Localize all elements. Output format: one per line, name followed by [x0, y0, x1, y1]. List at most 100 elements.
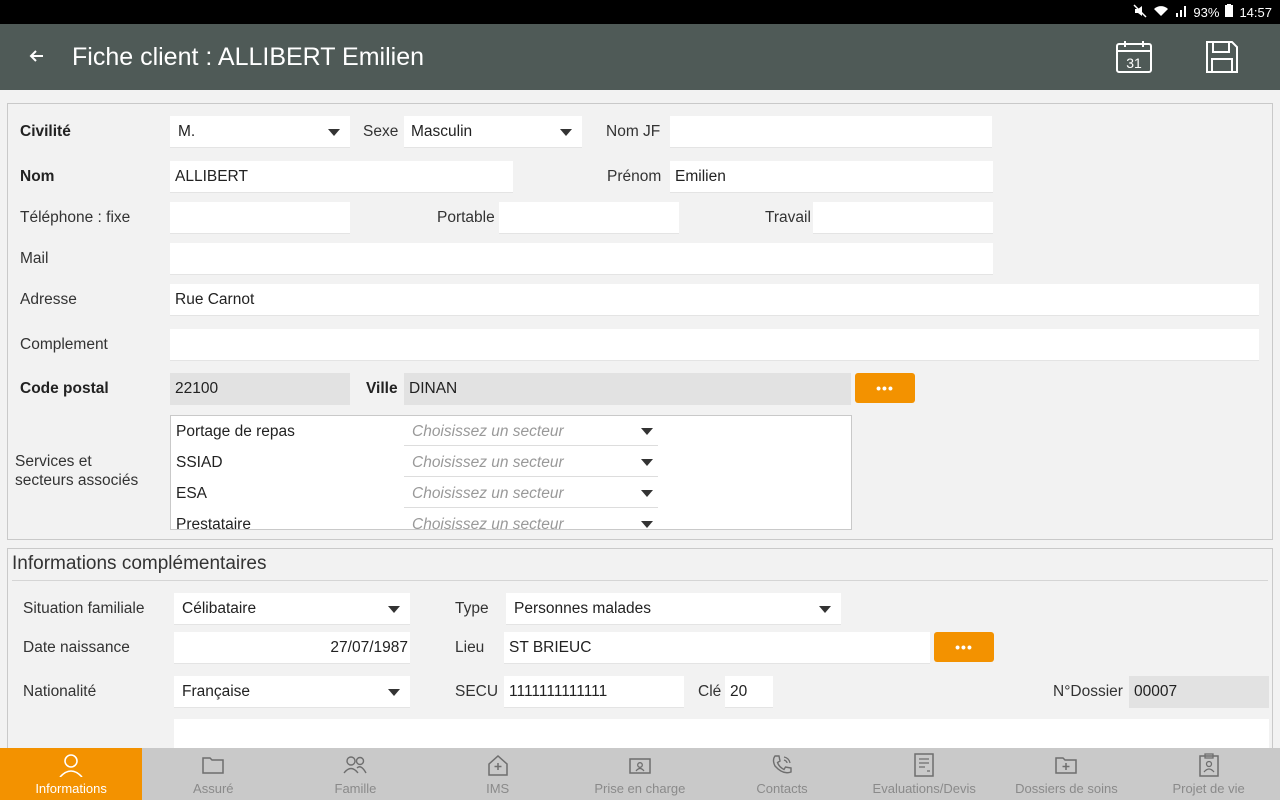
services-label-line2: secteurs associés: [15, 472, 139, 489]
identity-panel: Civilité M. Sexe Masculin Nom JF Nom ALL…: [7, 103, 1273, 540]
tab-contacts[interactable]: Contacts: [711, 748, 853, 800]
service-sector-select[interactable]: Choisissez un secteur: [404, 511, 658, 529]
tab-label: Projet de vie: [1172, 781, 1245, 796]
clock: 14:57: [1239, 4, 1272, 20]
complement-field[interactable]: [170, 329, 1259, 361]
adresse-field[interactable]: Rue Carnot: [170, 284, 1259, 316]
type-label: Type: [455, 600, 489, 617]
prenom-label: Prénom: [607, 168, 662, 185]
back-button[interactable]: [0, 44, 72, 70]
folder-icon: [202, 751, 225, 779]
nationalite-label: Nationalité: [23, 683, 97, 700]
section-title: Informations complémentaires: [12, 553, 267, 574]
nationalite-select[interactable]: Française: [174, 676, 410, 708]
section-divider: [12, 580, 1268, 581]
tab-label: Famille: [334, 781, 377, 796]
secu-field[interactable]: 1111111111111: [504, 676, 684, 708]
nationalite-value: Française: [182, 682, 251, 700]
tab-label: IMS: [486, 781, 510, 796]
mute-icon: [1133, 3, 1147, 21]
document-icon: [914, 751, 934, 779]
civilite-label: Civilité: [20, 123, 71, 140]
calendar-icon: 31: [1116, 41, 1152, 73]
save-button[interactable]: [1192, 32, 1252, 82]
tab-famille[interactable]: Famille: [284, 748, 426, 800]
battery-icon: [1225, 4, 1234, 20]
calendar-button[interactable]: 31: [1104, 32, 1164, 82]
telephone-label: Téléphone : fixe: [20, 209, 131, 226]
complementary-panel: Informations complémentaires Situation f…: [7, 548, 1273, 749]
naissance-label: Date naissance: [23, 639, 130, 656]
mail-field[interactable]: [170, 243, 993, 275]
portable-field[interactable]: [499, 202, 679, 234]
prenom-field[interactable]: Emilien: [670, 161, 993, 193]
tab-assure[interactable]: Assuré: [142, 748, 284, 800]
sexe-select[interactable]: Masculin: [404, 116, 582, 148]
lieu-field[interactable]: ST BRIEUC: [504, 632, 930, 664]
service-sector-select[interactable]: Choisissez un secteur: [404, 480, 658, 508]
code-postal-field[interactable]: 22100: [170, 373, 350, 405]
civilite-select[interactable]: M.: [170, 116, 350, 148]
dossier-field[interactable]: 00007: [1129, 676, 1269, 708]
people-icon: [343, 751, 368, 779]
civilite-value: M.: [178, 122, 196, 140]
cle-label: Clé: [698, 683, 722, 700]
travail-field[interactable]: [813, 202, 993, 234]
services-label-line1: Services et: [15, 453, 92, 470]
adresse-label: Adresse: [20, 291, 77, 308]
services-label: Services et secteurs associés: [15, 452, 138, 490]
ville-search-button[interactable]: •••: [855, 373, 915, 403]
case-person-icon: [629, 751, 651, 779]
dossier-label: N°Dossier: [1053, 683, 1123, 700]
code-postal-label: Code postal: [20, 380, 109, 397]
nom-field[interactable]: ALLIBERT: [170, 161, 513, 193]
ville-field[interactable]: DINAN: [404, 373, 851, 405]
type-select[interactable]: Personnes malades: [506, 593, 841, 625]
tab-ims[interactable]: IMS: [427, 748, 569, 800]
lieu-label: Lieu: [455, 639, 485, 656]
tab-prise-en-charge[interactable]: Prise en charge: [569, 748, 711, 800]
status-bar: 93% 14:57: [0, 0, 1280, 24]
sexe-label: Sexe: [363, 123, 399, 140]
portable-label: Portable: [437, 209, 495, 226]
sexe-value: Masculin: [411, 122, 473, 140]
mail-label: Mail: [20, 250, 49, 267]
tab-evaluations[interactable]: Evaluations/Devis: [853, 748, 995, 800]
svg-text:31: 31: [1126, 55, 1142, 71]
telephone-field[interactable]: [170, 202, 350, 234]
wifi-icon: [1153, 5, 1169, 20]
travail-label: Travail: [765, 209, 811, 226]
situation-value: Célibataire: [182, 599, 257, 617]
nom-label: Nom: [20, 168, 55, 185]
tab-label: Assuré: [193, 781, 234, 796]
phone-icon: [771, 751, 793, 779]
signal-icon: [1175, 5, 1187, 20]
page-title: Fiche client : ALLIBERT Emilien: [72, 42, 425, 71]
situation-label: Situation familiale: [23, 600, 145, 617]
service-sector-select[interactable]: Choisissez un secteur: [404, 418, 658, 446]
ville-label: Ville: [366, 380, 398, 397]
notes-field[interactable]: [174, 719, 1269, 749]
tab-dossiers-de-soins[interactable]: Dossiers de soins: [995, 748, 1137, 800]
secu-label: SECU: [455, 683, 499, 700]
tab-projet-de-vie[interactable]: Projet de vie: [1138, 748, 1280, 800]
tab-informations[interactable]: Informations: [0, 748, 143, 800]
house-plus-icon: [487, 751, 509, 779]
cle-field[interactable]: 20: [725, 676, 773, 708]
service-sector-select[interactable]: Choisissez un secteur: [404, 449, 658, 477]
floppy-disk-icon: [1206, 41, 1238, 73]
tab-label: Dossiers de soins: [1015, 781, 1118, 796]
naissance-field[interactable]: 27/07/1987: [174, 632, 410, 664]
tab-label: Prise en charge: [594, 781, 686, 796]
app-bar: Fiche client : ALLIBERT Emilien 31: [0, 24, 1280, 90]
situation-select[interactable]: Célibataire: [174, 593, 410, 625]
services-list[interactable]: Portage de repas Choisissez un secteur S…: [170, 415, 852, 530]
arrow-left-icon: [29, 50, 43, 62]
service-name: Prestataire: [176, 516, 251, 530]
battery-percent: 93%: [1193, 4, 1220, 20]
service-name: SSIAD: [176, 454, 223, 471]
complement-label: Complement: [20, 336, 108, 353]
lieu-search-button[interactable]: •••: [934, 632, 994, 662]
type-value: Personnes malades: [514, 599, 651, 617]
nomjf-field[interactable]: [670, 116, 992, 148]
